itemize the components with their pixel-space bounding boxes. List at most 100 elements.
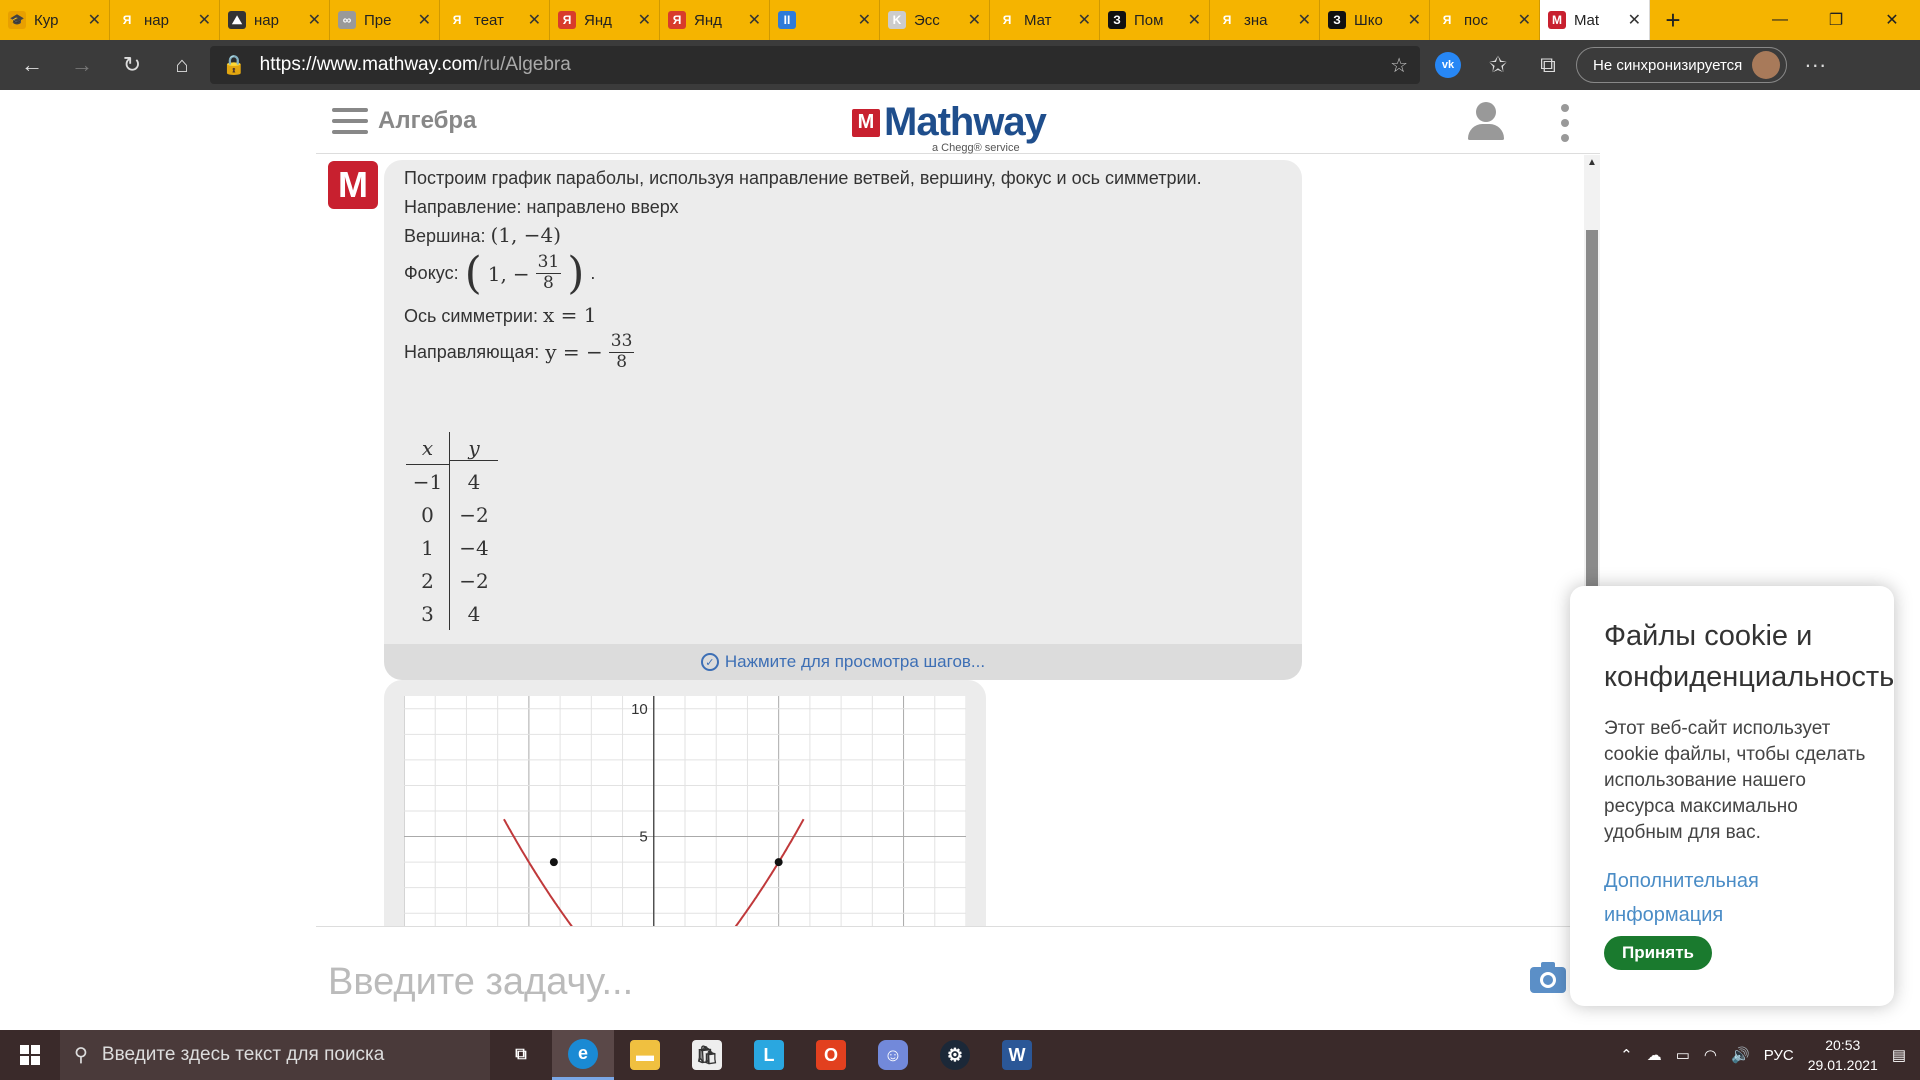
tab-close-icon[interactable]: ✕ bbox=[1628, 10, 1641, 30]
lingualeo-icon[interactable]: L bbox=[738, 1030, 800, 1080]
avatar bbox=[1752, 51, 1781, 79]
task-view-icon[interactable]: ⧉ bbox=[490, 1030, 552, 1080]
collections-icon[interactable]: ⧉ bbox=[1526, 45, 1570, 85]
mathway-logo[interactable]: M Mathway a Chegg® service bbox=[852, 100, 1047, 154]
table-row: 34 bbox=[406, 597, 498, 630]
browser-tab[interactable]: Я Мат ✕ bbox=[990, 0, 1100, 40]
directrix-label: Направляющая: bbox=[404, 341, 540, 362]
notification-icon[interactable]: ▤ bbox=[1892, 1046, 1906, 1064]
tab-favicon-icon: Я bbox=[448, 11, 466, 29]
discord-icon[interactable]: ☺ bbox=[862, 1030, 924, 1080]
browser-tab[interactable]: Язна ✕ bbox=[1210, 0, 1320, 40]
browser-tab[interactable]: ⛰ нар ✕ bbox=[220, 0, 330, 40]
checkmark-icon: ✓ bbox=[700, 653, 719, 671]
edge-taskbar-icon[interactable]: e bbox=[552, 1030, 614, 1080]
tab-close-icon[interactable]: ✕ bbox=[1408, 10, 1421, 30]
clock[interactable]: 20:53 29.01.2021 bbox=[1808, 1035, 1878, 1075]
new-tab-button[interactable]: + bbox=[1650, 0, 1696, 40]
chevron-up-icon[interactable]: ⌃ bbox=[1620, 1046, 1633, 1064]
vertex-value: (1, −4) bbox=[490, 223, 562, 247]
browser-tab[interactable]: 🎓 Кур ✕ bbox=[0, 0, 110, 40]
browser-tab[interactable]: Я Янд ✕ bbox=[660, 0, 770, 40]
clock-date: 29.01.2021 bbox=[1807, 1057, 1878, 1073]
office-icon[interactable]: O bbox=[800, 1030, 862, 1080]
tab-favicon-icon: Я bbox=[1218, 11, 1236, 29]
cookie-more-link[interactable]: Дополнительная информация bbox=[1604, 864, 1874, 932]
problem-input[interactable]: Введите задачу... bbox=[328, 961, 633, 1004]
tab-close-icon[interactable]: ✕ bbox=[308, 10, 321, 30]
tab-close-icon[interactable]: ✕ bbox=[528, 10, 541, 30]
tab-close-icon[interactable]: ✕ bbox=[748, 10, 761, 30]
forward-button[interactable]: → bbox=[60, 45, 104, 85]
tab-favicon-icon: 🎓 bbox=[8, 11, 26, 29]
hamburger-menu-icon[interactable] bbox=[332, 108, 368, 134]
back-button[interactable]: ← bbox=[10, 45, 54, 85]
directrix-lhs: y = − bbox=[545, 340, 603, 365]
focus-label: Фокус: bbox=[404, 263, 459, 283]
browser-tab[interactable]: З Пом ✕ bbox=[1100, 0, 1210, 40]
favorites-icon[interactable]: ✩ bbox=[1476, 45, 1520, 85]
add-favorite-icon[interactable]: ☆ bbox=[1390, 53, 1408, 78]
tab-close-icon[interactable]: ✕ bbox=[968, 10, 981, 30]
tab-close-icon[interactable]: ✕ bbox=[1518, 10, 1531, 30]
tab-title: пос bbox=[1464, 11, 1488, 29]
browser-tab[interactable]: Янар ✕ bbox=[110, 0, 220, 40]
tab-close-icon[interactable]: ✕ bbox=[638, 10, 651, 30]
close-window-button[interactable]: ✕ bbox=[1864, 0, 1920, 40]
table-row: 0 −2 bbox=[406, 498, 498, 531]
cookie-title: Файлы cookie и конфиденциальность bbox=[1604, 620, 1894, 693]
wifi-icon[interactable]: ◠ bbox=[1704, 1046, 1717, 1064]
volume-icon[interactable]: 🔊 bbox=[1731, 1046, 1750, 1064]
browser-tab[interactable]: K Эсс ✕ bbox=[880, 0, 990, 40]
browser-tab[interactable]: Ятеат ✕ bbox=[440, 0, 550, 40]
site-menu-icon[interactable] bbox=[1560, 104, 1570, 142]
start-button[interactable] bbox=[0, 1030, 60, 1080]
table-cell-y: 4 bbox=[467, 601, 481, 626]
tab-close-icon[interactable]: ✕ bbox=[198, 10, 211, 30]
browser-tab[interactable]: Я Янд ✕ bbox=[550, 0, 660, 40]
browser-tab[interactable]: II ✕ bbox=[770, 0, 880, 40]
refresh-button[interactable]: ↻ bbox=[110, 45, 154, 85]
steam-icon[interactable]: ⚙ bbox=[924, 1030, 986, 1080]
cookie-body: Этот веб-сайт использует cookie файлы, ч… bbox=[1604, 718, 1866, 843]
graph-bubble: 10 5 bbox=[384, 680, 986, 926]
tab-close-icon[interactable]: ✕ bbox=[858, 10, 871, 30]
url-domain: https://www.mathway.com bbox=[259, 54, 478, 75]
browser-tab[interactable]: ∞ Пре ✕ bbox=[330, 0, 440, 40]
tab-close-icon[interactable]: ✕ bbox=[418, 10, 431, 30]
tab-favicon-icon: З bbox=[1108, 11, 1126, 29]
user-account-icon[interactable] bbox=[1466, 102, 1506, 142]
taskbar-search-placeholder: Введите здесь текст для поиска bbox=[101, 1044, 385, 1065]
address-field[interactable]: 🔒 https://www.mathway.com/ru/Algebra ☆ bbox=[210, 46, 1420, 84]
language-indicator[interactable]: РУС bbox=[1764, 1047, 1794, 1064]
tab-close-icon[interactable]: ✕ bbox=[1298, 10, 1311, 30]
word-icon[interactable]: W bbox=[986, 1030, 1048, 1080]
view-steps-button[interactable]: ✓ Нажмите для просмотра шагов... bbox=[384, 644, 1302, 680]
profile-sync-button[interactable]: Не синхронизируется bbox=[1576, 47, 1788, 83]
tab-close-icon[interactable]: ✕ bbox=[1188, 10, 1201, 30]
minimize-button[interactable]: — bbox=[1752, 0, 1808, 40]
tab-close-icon[interactable]: ✕ bbox=[88, 10, 101, 30]
camera-icon[interactable] bbox=[1528, 957, 1568, 997]
onedrive-icon[interactable]: ☁ bbox=[1647, 1046, 1662, 1064]
battery-icon[interactable]: ▭ bbox=[1676, 1046, 1690, 1064]
table-cell-x: 3 bbox=[406, 597, 450, 630]
more-menu-icon[interactable]: ··· bbox=[1793, 45, 1837, 85]
browser-tab[interactable]: З Шко ✕ bbox=[1320, 0, 1430, 40]
table-header-x: x bbox=[406, 432, 450, 465]
accept-cookies-button[interactable]: Принять bbox=[1604, 936, 1712, 970]
scroll-up-icon[interactable]: ▲ bbox=[1587, 157, 1597, 168]
store-icon[interactable]: 🛍 bbox=[676, 1030, 738, 1080]
taskbar-search[interactable]: ⚲ Введите здесь текст для поиска bbox=[60, 1030, 490, 1080]
tab-close-icon[interactable]: ✕ bbox=[1078, 10, 1091, 30]
tab-title: Мат bbox=[1024, 11, 1052, 29]
tab-title: Пре bbox=[364, 11, 392, 29]
browser-tab[interactable]: M Mat ✕ bbox=[1540, 0, 1650, 40]
system-tray: ⌃ ☁ ▭ ◠ 🔊 РУС 20:53 29.01.2021 ▤ bbox=[1620, 1035, 1920, 1075]
table-cell-x: 2 bbox=[406, 564, 450, 597]
browser-tab[interactable]: Япос ✕ bbox=[1430, 0, 1540, 40]
vk-extension-icon[interactable]: vk bbox=[1426, 45, 1470, 85]
home-button[interactable]: ⌂ bbox=[160, 45, 204, 85]
file-explorer-icon[interactable]: ▬ bbox=[614, 1030, 676, 1080]
restore-button[interactable]: ❐ bbox=[1808, 0, 1864, 40]
